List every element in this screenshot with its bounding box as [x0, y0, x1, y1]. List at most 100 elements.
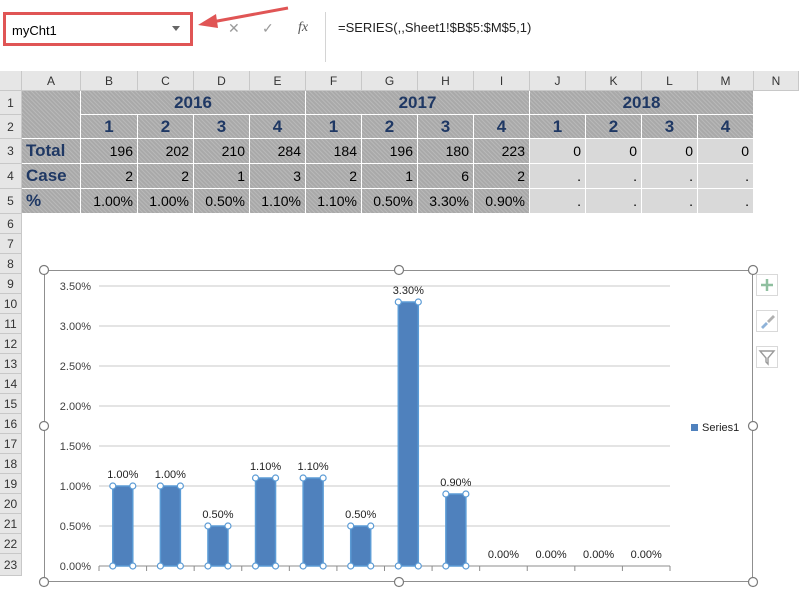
column-header-l[interactable]: L	[642, 71, 698, 91]
cell-percent[interactable]: 1.00%	[138, 189, 194, 214]
column-header-i[interactable]: I	[474, 71, 530, 91]
cell-total[interactable]: 196	[362, 139, 418, 164]
row-label-percent[interactable]: %	[22, 189, 81, 214]
chart-area[interactable]: 0.00% 0.50% 1.00% 1.50% 2.00% 2.50% 3.00% 3.50%…	[44, 270, 753, 582]
cell-total[interactable]: 284	[250, 139, 306, 164]
cell-total[interactable]: 180	[418, 139, 474, 164]
cell-case[interactable]: .	[642, 164, 698, 189]
row-header-13[interactable]: 13	[0, 354, 22, 374]
cell-total[interactable]: 210	[194, 139, 250, 164]
quarter-header[interactable]: 4	[698, 115, 754, 139]
row-header-5[interactable]: 5	[0, 189, 22, 214]
quarter-header[interactable]: 1	[81, 115, 138, 139]
cell-total[interactable]: 184	[306, 139, 362, 164]
cell-percent[interactable]: 1.10%	[306, 189, 362, 214]
row-label-blank[interactable]	[22, 91, 81, 139]
cell-total[interactable]: 0	[642, 139, 698, 164]
row-header-17[interactable]: 17	[0, 434, 22, 454]
cell-case[interactable]: 2	[81, 164, 138, 189]
quarter-header[interactable]: 2	[362, 115, 418, 139]
column-header-b[interactable]: B	[81, 71, 138, 91]
column-header-j[interactable]: J	[530, 71, 586, 91]
row-header-19[interactable]: 19	[0, 474, 22, 494]
row-header-4[interactable]: 4	[0, 164, 22, 189]
column-header-g[interactable]: G	[362, 71, 418, 91]
cell-case[interactable]: 2	[306, 164, 362, 189]
cell-total[interactable]: 0	[530, 139, 586, 164]
row-header-11[interactable]: 11	[0, 314, 22, 334]
row-header-8[interactable]: 8	[0, 254, 22, 274]
quarter-header[interactable]: 3	[418, 115, 474, 139]
cell-percent[interactable]: .	[530, 189, 586, 214]
year-header-2017[interactable]: 2017	[306, 91, 530, 115]
chart-elements-icon[interactable]	[756, 274, 778, 296]
cell-case[interactable]: 3	[250, 164, 306, 189]
year-header-2018[interactable]: 2018	[530, 91, 754, 115]
cell-total[interactable]: 196	[81, 139, 138, 164]
quarter-header[interactable]: 1	[530, 115, 586, 139]
cell-case[interactable]: 2	[138, 164, 194, 189]
row-header-2[interactable]: 2	[0, 115, 22, 139]
select-all-corner[interactable]	[0, 71, 22, 91]
cell-case[interactable]: .	[530, 164, 586, 189]
cell-case[interactable]: .	[698, 164, 754, 189]
cell-percent[interactable]: 0.90%	[474, 189, 530, 214]
row-header-21[interactable]: 21	[0, 514, 22, 534]
row-header-1[interactable]: 1	[0, 91, 22, 115]
column-header-n[interactable]: N	[754, 71, 799, 91]
row-header-9[interactable]: 9	[0, 274, 22, 294]
cell-case[interactable]: 2	[474, 164, 530, 189]
row-header-16[interactable]: 16	[0, 414, 22, 434]
row-header-14[interactable]: 14	[0, 374, 22, 394]
column-header-e[interactable]: E	[250, 71, 306, 91]
column-header-m[interactable]: M	[698, 71, 754, 91]
cell-percent[interactable]: 1.10%	[250, 189, 306, 214]
cell-case[interactable]: .	[586, 164, 642, 189]
row-header-12[interactable]: 12	[0, 334, 22, 354]
row-header-3[interactable]: 3	[0, 139, 22, 164]
chart-filters-icon[interactable]	[756, 346, 778, 368]
row-header-7[interactable]: 7	[0, 234, 22, 254]
bar-selection-handle	[109, 482, 117, 490]
quarter-header[interactable]: 2	[586, 115, 642, 139]
row-header-20[interactable]: 20	[0, 494, 22, 514]
quarter-header[interactable]: 1	[306, 115, 362, 139]
cell-percent[interactable]: 0.50%	[194, 189, 250, 214]
quarter-header[interactable]: 2	[138, 115, 194, 139]
quarter-header[interactable]: 3	[194, 115, 250, 139]
cell-percent[interactable]: 1.00%	[81, 189, 138, 214]
cell-percent[interactable]: 0.50%	[362, 189, 418, 214]
row-header-22[interactable]: 22	[0, 534, 22, 554]
cell-total[interactable]: 223	[474, 139, 530, 164]
column-header-h[interactable]: H	[418, 71, 474, 91]
quarter-header[interactable]: 4	[250, 115, 306, 139]
chart-bar	[302, 477, 324, 567]
row-label-case[interactable]: Case	[22, 164, 81, 189]
cell-case[interactable]: 1	[194, 164, 250, 189]
column-header-f[interactable]: F	[306, 71, 362, 91]
cell-percent[interactable]: .	[586, 189, 642, 214]
column-header-a[interactable]: A	[22, 71, 81, 91]
row-header-6[interactable]: 6	[0, 214, 22, 234]
quarter-header[interactable]: 3	[642, 115, 698, 139]
row-label-total[interactable]: Total	[22, 139, 81, 164]
cell-percent[interactable]: .	[642, 189, 698, 214]
row-header-15[interactable]: 15	[0, 394, 22, 414]
cell-total[interactable]: 202	[138, 139, 194, 164]
cell-percent[interactable]: .	[698, 189, 754, 214]
column-header-d[interactable]: D	[194, 71, 250, 91]
row-header-18[interactable]: 18	[0, 454, 22, 474]
row-header-10[interactable]: 10	[0, 294, 22, 314]
quarter-header[interactable]: 4	[474, 115, 530, 139]
column-header-k[interactable]: K	[586, 71, 642, 91]
column-chart: 0.00% 0.50% 1.00% 1.50% 2.00% 2.50% 3.00% 3.50%…	[60, 281, 740, 573]
cell-case[interactable]: 1	[362, 164, 418, 189]
cell-total[interactable]: 0	[698, 139, 754, 164]
row-header-23[interactable]: 23	[0, 554, 22, 576]
cell-case[interactable]: 6	[418, 164, 474, 189]
chart-styles-icon[interactable]	[756, 310, 778, 332]
year-header-2016[interactable]: 2016	[81, 91, 306, 115]
column-header-c[interactable]: C	[138, 71, 194, 91]
cell-percent[interactable]: 3.30%	[418, 189, 474, 214]
cell-total[interactable]: 0	[586, 139, 642, 164]
